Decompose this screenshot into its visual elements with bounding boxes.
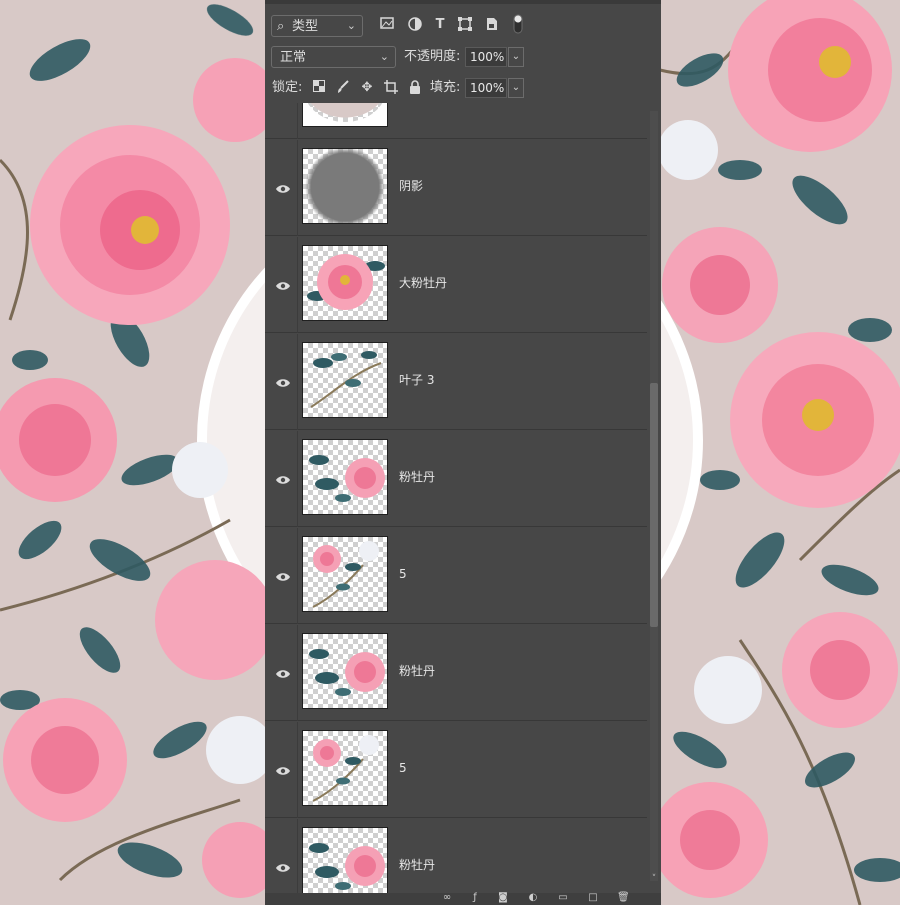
visibility-column-divider (297, 103, 298, 139)
layer-row[interactable] (265, 103, 647, 139)
panel-tab-strip (265, 0, 661, 4)
scroll-down-arrow-icon[interactable]: ˅ (647, 873, 661, 885)
filter-kind-dropdown[interactable]: ⌕ 类型 ⌄ (271, 15, 363, 37)
blend-mode-dropdown[interactable]: 正常 ⌄ (271, 46, 396, 68)
new-group-folder-icon[interactable]: ▭ (557, 892, 569, 904)
plate-edge-thumbnail (303, 103, 387, 126)
lock-label: 锁定: (272, 80, 303, 95)
link-layers-icon[interactable]: ∞ (441, 892, 453, 904)
smart-object-filter-icon[interactable] (484, 17, 500, 33)
layer-thumbnail[interactable] (302, 245, 388, 321)
lock-all-icon[interactable] (407, 80, 423, 96)
opacity-chevron-down-icon[interactable]: ⌄ (508, 47, 524, 67)
layer-row[interactable]: 粉牡丹 (265, 431, 647, 527)
visibility-column-divider (297, 625, 298, 721)
layer-name[interactable]: 粉牡丹 (399, 855, 435, 875)
layer-row[interactable]: 粉牡丹 (265, 625, 647, 721)
layer-thumbnail[interactable] (302, 827, 388, 893)
layer-thumbnail[interactable] (302, 342, 388, 418)
eye-icon[interactable] (275, 762, 291, 775)
fill-chevron-down-icon[interactable]: ⌄ (508, 78, 524, 98)
filter-toggle-switch[interactable] (513, 14, 523, 34)
layer-list: 阴影 大粉牡丹 叶子 3 粉牡丹 5 粉牡丹 5 粉牡丹 (265, 103, 661, 893)
lock-image-pixels-brush-icon[interactable] (335, 80, 351, 96)
layers-panel: ⌕ 类型 ⌄ T 正常 ⌄ 不透明度: 100% ⌄ 锁定: ✥ 填充: 100… (265, 0, 661, 905)
eye-icon[interactable] (275, 665, 291, 678)
adjustment-layer-filter-icon[interactable] (407, 17, 423, 33)
layer-row[interactable]: 粉牡丹 (265, 819, 647, 893)
layers-scrollbar[interactable]: ˄ ˅ (647, 103, 661, 893)
layer-row[interactable]: 阴影 (265, 140, 647, 236)
scrollbar-thumb[interactable] (650, 383, 658, 627)
type-layer-filter-icon[interactable]: T (432, 17, 448, 33)
layer-row[interactable]: 5 (265, 528, 647, 624)
layer-name[interactable]: 5 (399, 564, 407, 584)
leaves-peony-thumbnail (309, 455, 385, 502)
eye-icon[interactable] (275, 471, 291, 484)
layer-thumbnail[interactable] (302, 439, 388, 515)
shadow-circle-thumbnail (305, 149, 385, 223)
prevent-auto-nesting-icon[interactable] (383, 80, 399, 96)
layer-thumbnail[interactable] (302, 536, 388, 612)
big-peony-thumbnail (307, 254, 385, 310)
eye-icon[interactable] (275, 180, 291, 193)
layer-row[interactable]: 5 (265, 722, 647, 818)
peony-branch-thumbnail (312, 541, 379, 608)
visibility-column-divider (297, 334, 298, 430)
eye-icon[interactable] (275, 859, 291, 872)
layer-name[interactable]: 5 (399, 758, 407, 778)
layer-row[interactable]: 叶子 3 (265, 334, 647, 430)
layer-thumbnail[interactable] (302, 633, 388, 709)
visibility-column-divider (297, 528, 298, 624)
blend-mode-label: 正常 (280, 50, 307, 65)
pixel-layer-filter-icon[interactable] (379, 17, 395, 33)
opacity-label: 不透明度: (404, 49, 461, 64)
chevron-down-icon: ⌄ (379, 50, 389, 63)
layer-name[interactable]: 粉牡丹 (399, 661, 435, 681)
leaves-peony-thumbnail (309, 649, 385, 696)
shape-layer-filter-icon[interactable] (457, 17, 473, 33)
layer-name[interactable]: 叶子 3 (399, 370, 434, 390)
new-layer-icon[interactable]: □ (587, 892, 599, 904)
filter-kind-label: 类型 (292, 19, 319, 34)
visibility-column-divider (297, 819, 298, 893)
layer-name[interactable]: 阴影 (399, 176, 423, 196)
layer-name[interactable]: 大粉牡丹 (399, 273, 447, 293)
fill-input[interactable]: 100% (465, 78, 507, 98)
visibility-column-divider (297, 431, 298, 527)
layer-row[interactable]: 大粉牡丹 (265, 237, 647, 333)
lock-transparent-pixels-icon[interactable] (311, 80, 327, 96)
leaves-branch-thumbnail (310, 351, 382, 408)
visibility-column-divider (297, 722, 298, 818)
search-icon: ⌕ (277, 19, 285, 34)
chevron-down-icon: ⌄ (346, 19, 356, 32)
lock-position-move-icon[interactable]: ✥ (359, 80, 375, 96)
layer-name[interactable]: 粉牡丹 (399, 467, 435, 487)
peony-branch-thumbnail (312, 735, 379, 802)
layer-thumbnail[interactable] (302, 103, 388, 127)
leaves-peony-thumbnail (309, 843, 385, 890)
visibility-column-divider (297, 237, 298, 333)
visibility-column-divider (297, 140, 298, 236)
fill-label: 填充: (430, 80, 461, 95)
layer-thumbnail[interactable] (302, 730, 388, 806)
add-mask-icon[interactable]: ◙ (497, 892, 509, 904)
panel-footer: ∞ ƒ ◙ ◐ ▭ □ 🗑 (265, 892, 661, 905)
trash-icon[interactable]: 🗑 (617, 892, 630, 904)
eye-icon[interactable] (275, 374, 291, 387)
opacity-input[interactable]: 100% (465, 47, 507, 67)
adjustment-layer-icon[interactable]: ◐ (527, 892, 539, 904)
eye-icon[interactable] (275, 277, 291, 290)
eye-icon[interactable] (275, 568, 291, 581)
fx-icon[interactable]: ƒ (469, 892, 481, 904)
layer-thumbnail[interactable] (302, 148, 388, 224)
